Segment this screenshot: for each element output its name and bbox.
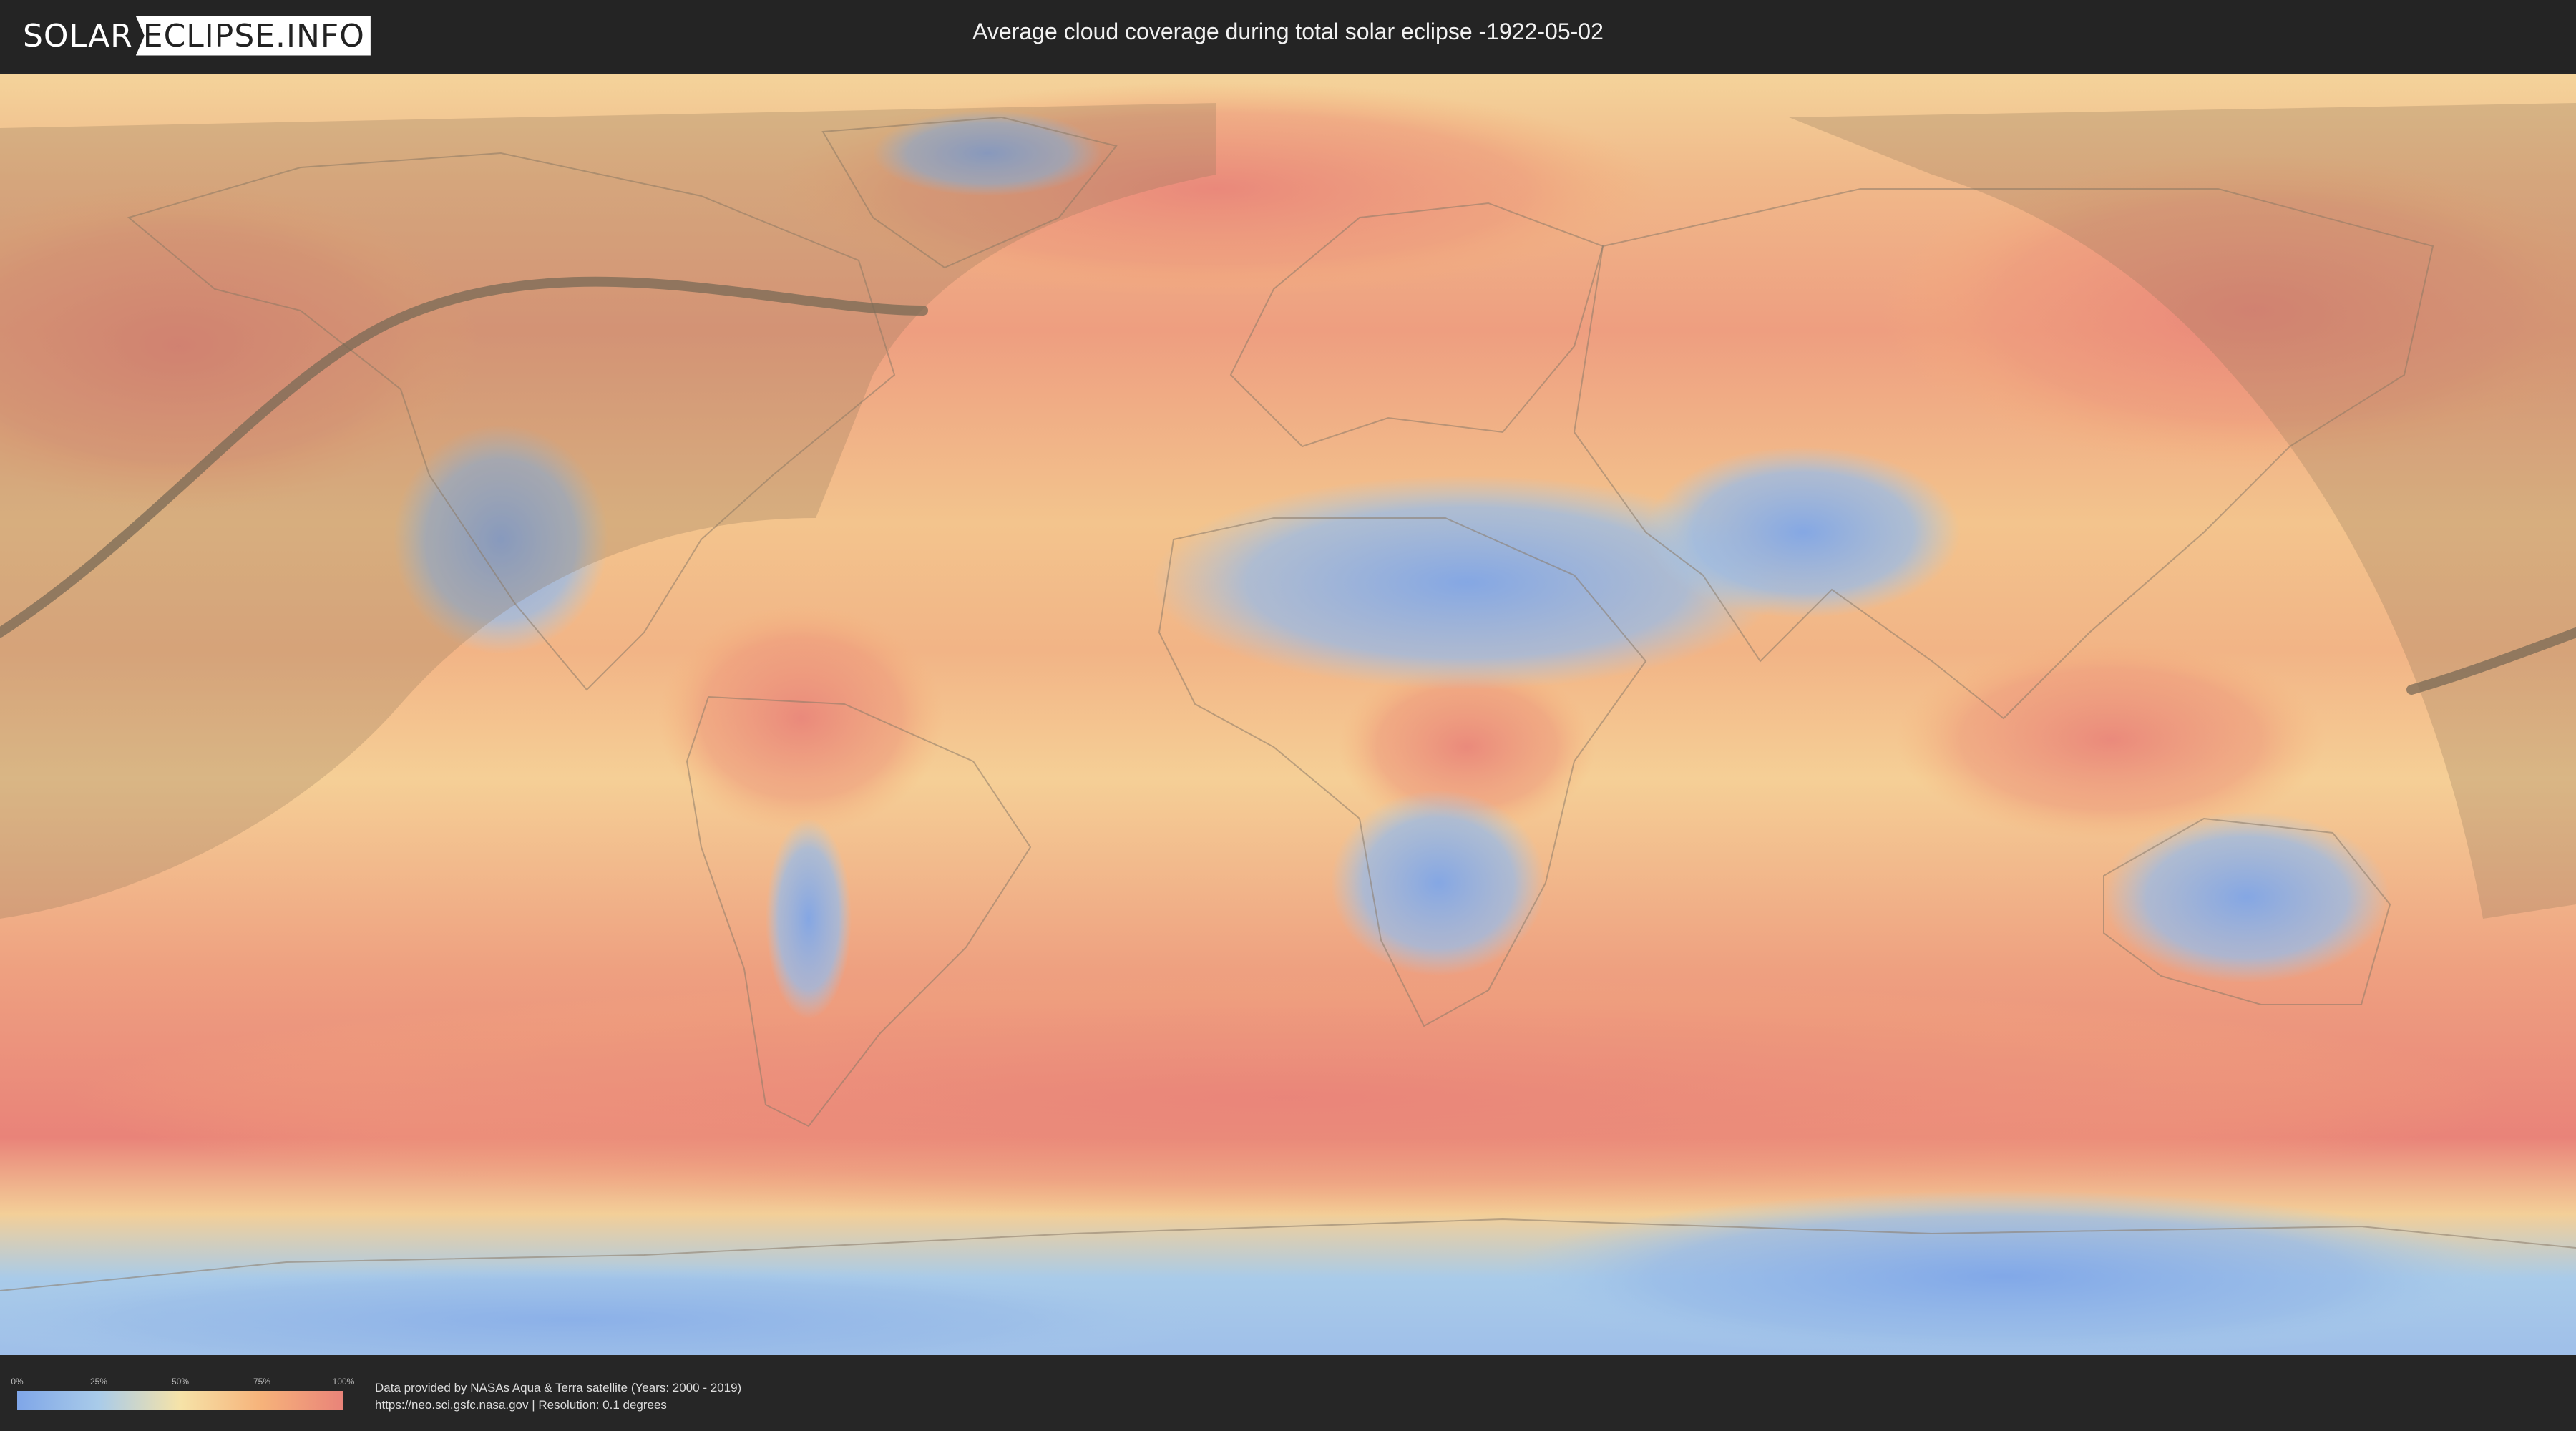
legend-tick-50: 50% xyxy=(171,1377,190,1387)
legend-color-bar xyxy=(17,1391,343,1410)
data-source-note: Data provided by NASAs Aqua & Terra sate… xyxy=(375,1379,741,1414)
legend-tick-100: 100% xyxy=(332,1377,355,1387)
source-line-satellite: Data provided by NASAs Aqua & Terra sate… xyxy=(375,1381,742,1395)
page: SOLAR ECLIPSE.INFO Average cloud coverag… xyxy=(0,0,2576,1431)
legend-tick-0: 0% xyxy=(11,1377,24,1387)
legend-ticks: 0% 25% 50% 75% 100% xyxy=(11,1377,354,1391)
header-bar: SOLAR ECLIPSE.INFO Average cloud coverag… xyxy=(0,0,2576,72)
legend-tick-25: 25% xyxy=(89,1377,108,1387)
source-line-url[interactable]: https://neo.sci.gsfc.nasa.gov | Resoluti… xyxy=(375,1397,741,1414)
footer-bar: 0% 25% 50% 75% 100% Data provided by NAS… xyxy=(0,1359,2576,1431)
legend-tick-75: 75% xyxy=(253,1377,271,1387)
page-title: Average cloud coverage during total sola… xyxy=(972,19,1604,44)
cloud-coverage-legend: 0% 25% 50% 75% 100% xyxy=(11,1377,354,1410)
cloud-coverage-map[interactable] xyxy=(0,74,2576,1355)
